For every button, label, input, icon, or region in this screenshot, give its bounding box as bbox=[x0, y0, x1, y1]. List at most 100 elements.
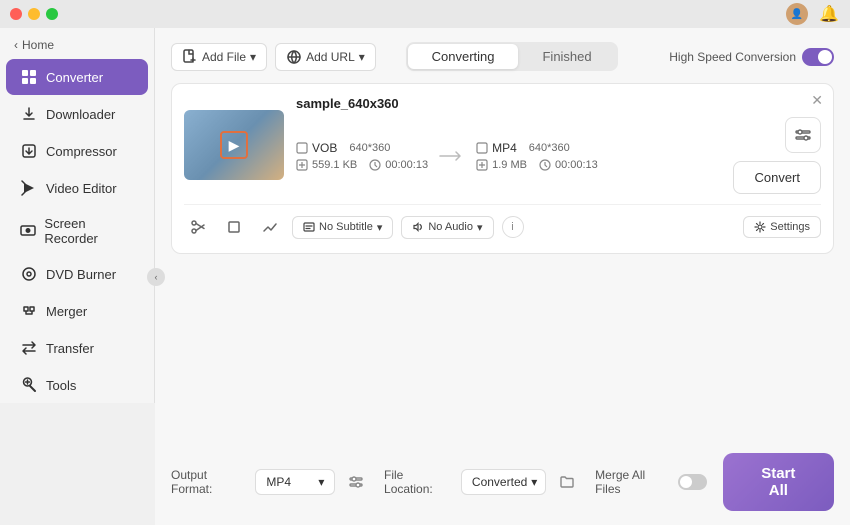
input-size: 559.1 KB bbox=[312, 159, 357, 171]
output-size: 1.9 MB bbox=[492, 159, 527, 171]
downloader-icon bbox=[20, 105, 38, 123]
sidebar-item-transfer[interactable]: Transfer bbox=[6, 330, 148, 366]
output-format-label: Output Format: bbox=[171, 468, 247, 496]
output-format-settings-icon[interactable] bbox=[343, 469, 368, 495]
maximize-button[interactable] bbox=[46, 8, 58, 20]
audio-select[interactable]: No Audio ▾ bbox=[401, 216, 493, 239]
input-meta: VOB 640*360 559.1 KB 00:00:13 bbox=[296, 141, 428, 171]
sidebar-item-merger[interactable]: Merger bbox=[6, 293, 148, 329]
speed-toggle-switch[interactable] bbox=[802, 48, 834, 66]
sidebar-item-tools[interactable]: Tools bbox=[6, 367, 148, 403]
file-thumbnail[interactable]: ▶ bbox=[184, 110, 284, 180]
output-meta: MP4 640*360 1.9 MB 00:00:13 bbox=[476, 141, 598, 171]
output-settings-icon[interactable] bbox=[785, 117, 821, 153]
output-duration: 00:00:13 bbox=[555, 159, 598, 171]
sidebar-item-compressor[interactable]: Compressor bbox=[6, 133, 148, 169]
tab-converting[interactable]: Converting bbox=[408, 44, 519, 69]
play-button[interactable]: ▶ bbox=[220, 131, 248, 159]
duration-icon bbox=[369, 159, 381, 171]
settings-btn-label: Settings bbox=[770, 221, 810, 233]
sidebar-item-converter-label: Converter bbox=[46, 70, 103, 85]
file-location-value: Converted bbox=[472, 475, 527, 489]
collapse-sidebar-button[interactable]: ‹ bbox=[147, 268, 165, 286]
close-card-button[interactable]: ✕ bbox=[811, 92, 823, 109]
compressor-icon bbox=[20, 142, 38, 160]
arrow-right-icon bbox=[438, 148, 466, 164]
add-url-chevron-icon: ▾ bbox=[359, 50, 365, 64]
crop-icon[interactable] bbox=[220, 213, 248, 241]
card-header: ▶ sample_640x360 VOB 640*360 bbox=[184, 96, 821, 194]
file-formats-row: VOB 640*360 559.1 KB 00:00:13 bbox=[296, 117, 821, 194]
output-format: MP4 bbox=[492, 141, 517, 155]
merge-all-label: Merge All Files bbox=[595, 468, 671, 496]
main-content: Add File ▾ Add URL ▾ Converting Finished bbox=[155, 28, 850, 525]
output-format-field: Output Format: MP4 ▾ bbox=[171, 468, 368, 496]
tab-finished[interactable]: Finished bbox=[518, 44, 615, 69]
info-icon[interactable]: i bbox=[502, 216, 524, 238]
chevron-left-icon: ‹ bbox=[14, 38, 18, 52]
add-file-label: Add File bbox=[202, 50, 246, 64]
output-format-select[interactable]: MP4 ▾ bbox=[255, 469, 335, 495]
sidebar-item-video-editor[interactable]: Video Editor bbox=[6, 170, 148, 206]
file-location-select[interactable]: Converted ▾ bbox=[461, 469, 546, 495]
subtitle-select[interactable]: No Subtitle ▾ bbox=[292, 216, 393, 239]
video-editor-icon bbox=[20, 179, 38, 197]
effect-icon[interactable] bbox=[256, 213, 284, 241]
bottom-bar: Output Format: MP4 ▾ File Location: Conv… bbox=[171, 441, 834, 525]
converter-icon bbox=[20, 68, 38, 86]
content-spacer bbox=[171, 254, 834, 441]
user-avatar-icon[interactable]: 👤 bbox=[786, 3, 808, 25]
tab-switcher: Converting Finished bbox=[406, 42, 618, 71]
output-format-value: MP4 bbox=[266, 475, 291, 489]
minimize-button[interactable] bbox=[28, 8, 40, 20]
card-actions: No Subtitle ▾ No Audio ▾ i Settings bbox=[184, 204, 821, 241]
file-location-field: File Location: Converted ▾ bbox=[384, 468, 579, 496]
cut-icon[interactable] bbox=[184, 213, 212, 241]
settings-button[interactable]: Settings bbox=[743, 216, 821, 238]
file-title: sample_640x360 bbox=[296, 96, 821, 111]
sidebar-item-compressor-label: Compressor bbox=[46, 144, 117, 159]
screen-recorder-icon bbox=[20, 222, 36, 240]
output-size-row: 1.9 MB 00:00:13 bbox=[476, 159, 598, 171]
sidebar-item-screen-recorder-label: Screen Recorder bbox=[44, 216, 134, 246]
audio-icon bbox=[412, 221, 424, 233]
start-all-button[interactable]: Start All bbox=[723, 453, 834, 511]
app-body: ‹ Home Converter Downloader Compress bbox=[0, 28, 850, 525]
add-file-chevron-icon: ▾ bbox=[250, 50, 256, 64]
add-url-icon bbox=[286, 49, 302, 65]
merge-all-files-toggle: Merge All Files bbox=[595, 468, 706, 496]
sidebar-item-video-editor-label: Video Editor bbox=[46, 181, 117, 196]
add-file-button[interactable]: Add File ▾ bbox=[171, 43, 267, 71]
file-location-chevron-icon: ▾ bbox=[531, 475, 537, 489]
sidebar-item-dvd-burner[interactable]: DVD Burner bbox=[6, 256, 148, 292]
sidebar-item-converter[interactable]: Converter bbox=[6, 59, 148, 95]
close-button[interactable] bbox=[10, 8, 22, 20]
sidebar-item-downloader-label: Downloader bbox=[46, 107, 115, 122]
input-duration: 00:00:13 bbox=[385, 159, 428, 171]
sidebar-item-screen-recorder[interactable]: Screen Recorder bbox=[6, 207, 148, 255]
merge-toggle-switch[interactable] bbox=[678, 474, 707, 490]
sidebar-item-merger-label: Merger bbox=[46, 304, 87, 319]
sidebar-item-dvd-burner-label: DVD Burner bbox=[46, 267, 116, 282]
audio-value: No Audio bbox=[428, 221, 473, 233]
speed-toggle-area: High Speed Conversion bbox=[669, 48, 834, 66]
dvd-burner-icon bbox=[20, 265, 38, 283]
add-url-label: Add URL bbox=[306, 50, 355, 64]
sidebar-home[interactable]: ‹ Home bbox=[0, 32, 154, 58]
bell-icon[interactable]: 🔔 bbox=[818, 3, 840, 25]
tab-converting-label: Converting bbox=[432, 49, 495, 64]
add-file-icon bbox=[182, 49, 198, 65]
output-file-icon bbox=[476, 142, 488, 154]
merger-icon bbox=[20, 302, 38, 320]
card-right-actions: Convert bbox=[733, 117, 821, 194]
output-format-row: MP4 640*360 bbox=[476, 141, 598, 155]
speed-toggle-label: High Speed Conversion bbox=[669, 50, 796, 64]
add-url-button[interactable]: Add URL ▾ bbox=[275, 43, 376, 71]
file-location-folder-icon[interactable] bbox=[554, 469, 579, 495]
audio-chevron-icon: ▾ bbox=[477, 221, 483, 234]
top-toolbar: Add File ▾ Add URL ▾ Converting Finished bbox=[171, 42, 834, 71]
input-resolution: 640*360 bbox=[349, 142, 390, 154]
sidebar-item-downloader[interactable]: Downloader bbox=[6, 96, 148, 132]
convert-button[interactable]: Convert bbox=[733, 161, 821, 194]
start-all-label: Start All bbox=[761, 465, 795, 499]
